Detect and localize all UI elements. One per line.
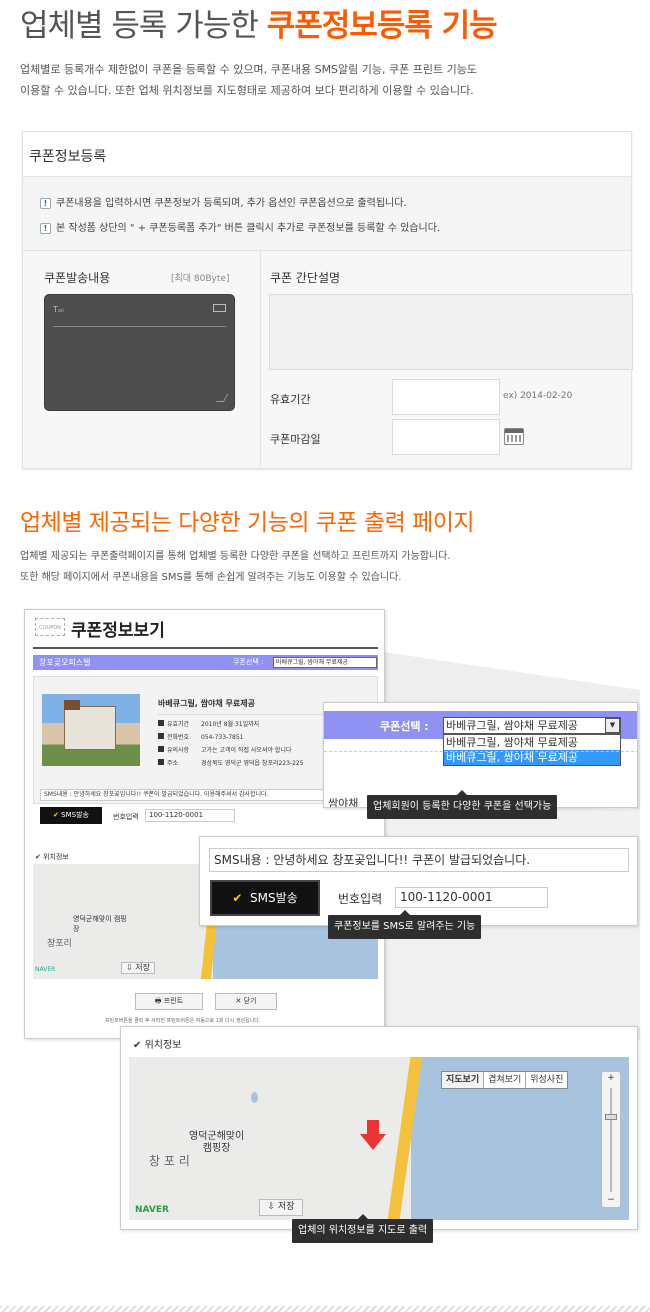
zoom-sms-send-button[interactable]: ✔ SMS발송 xyxy=(210,880,320,916)
check-icon: ✔ xyxy=(232,891,243,905)
store-photo xyxy=(42,694,140,766)
valid-example: ex) 2014-02-20 xyxy=(503,391,573,401)
zoom-select-dropdown: 바베큐그릴, 쌈야채 무료제공 바베큐그릴, 쌈야채 무료제공 xyxy=(443,734,621,766)
tab-map[interactable]: 지도보기 xyxy=(442,1072,485,1088)
info-row: 유의사항 고가는 고객이 직접 사오셔야 합니다 xyxy=(158,745,304,758)
notice-line-2: ! 본 작성폼 상단의 " + 쿠폰등록폼 추가" 버튼 클릭시 추가로 쿠폰정보… xyxy=(40,219,440,234)
section2-desc-2: 또한 해당 페이지에서 쿠폰내용을 SMS를 통해 손쉽게 알려주는 기능도 이… xyxy=(20,572,402,583)
zoom-slider[interactable]: + − xyxy=(601,1071,621,1208)
section2-title: 업체별 제공되는 다양한 기능의 쿠폰 출력 페이지 xyxy=(20,510,475,536)
zoom-phone-input[interactable]: 100-1120-0001 xyxy=(395,887,548,908)
deadline-input[interactable] xyxy=(392,419,500,455)
valid-period-label: 유효기간 xyxy=(270,393,311,406)
zoom-save-button[interactable]: ⇩ 저장 xyxy=(259,1199,303,1216)
map-village-small: 창포리 xyxy=(47,939,72,949)
intro-desc-1: 업체별로 등록개수 제한없이 쿠폰을 등록할 수 있으며, 쿠폰내용 SMS알림… xyxy=(20,63,477,76)
coupon-item-title: 바베큐그릴, 쌈야채 무료제공 xyxy=(158,699,255,708)
bottom-divider xyxy=(0,1306,650,1312)
print-note: 프린트버튼을 클릭 후 사라진 프린트버튼은 자동으로 1회 다시 생성됩니다. xyxy=(105,1018,261,1024)
send-content-label: 쿠폰발송내용 xyxy=(44,271,111,285)
location-label-small: ✔ 위치정보 xyxy=(35,853,69,861)
map-marker-icon[interactable] xyxy=(360,1120,386,1156)
valid-period-input[interactable] xyxy=(392,379,500,415)
info-row: 전화번호 054-733-7851 xyxy=(158,732,304,745)
zoom-sms-content: SMS내용 : 안녕하세요 창포곶입니다!! 쿠폰이 발급되었습니다. xyxy=(209,848,629,872)
phone-label-small: 번호입력 xyxy=(113,813,139,821)
dropdown-option[interactable]: 바베큐그릴, 쌈야채 무료제공 xyxy=(444,735,620,750)
behind-text: 쌈야채 xyxy=(328,797,359,808)
signal-icon: Tₐₗₗ xyxy=(53,305,64,314)
download-icon: ⇩ xyxy=(267,1202,276,1212)
coupon-select[interactable]: 바베큐그릴, 쌈야채 무료제공 xyxy=(273,657,377,668)
phone-input-small[interactable]: 100-1120-0001 xyxy=(145,809,235,822)
sms-send-button-small[interactable]: ✔ SMS발송 xyxy=(40,807,102,824)
zoom-map-place: 영덕군해맞이 캠핑장 xyxy=(189,1131,245,1154)
map-place-small: 영덕군해맞이 캠핑장 xyxy=(73,915,127,933)
page-title: 업체별 등록 가능한 쿠폰정보등록 기능 xyxy=(20,8,498,44)
sms-content-textarea[interactable]: Tₐₗₗ xyxy=(44,294,235,411)
coupon-info-rows: 유효기간 2010년 8월 31일까지 전화번호 054-733-7851 유의사항… xyxy=(158,719,304,771)
zoom-out-icon: − xyxy=(607,1195,615,1205)
zoom-select-label: 쿠폰선택 : xyxy=(380,720,429,733)
coupon-register-panel: 쿠폰정보등록 ! 쿠폰내용을 입력하시면 쿠폰정보가 등록되며, 추가 옵션인 쿠… xyxy=(22,131,633,469)
intro-desc-2: 이용할 수 있습니다. 또한 업체 위치정보를 지도형태로 제공하여 보다 편리… xyxy=(20,84,474,97)
zoom-handle[interactable] xyxy=(605,1114,617,1120)
form-area: 쿠폰발송내용 [최대 80Byte] Tₐₗₗ 쿠폰 간단설명 유효기간 ex)… xyxy=(23,250,633,469)
map-type-tabs: 지도보기 겹쳐보기 위성사진 xyxy=(441,1071,569,1089)
tooltip-select: 업체회원이 등록한 다양한 쿠폰을 선택가능 xyxy=(367,790,558,819)
zoom-phone-label: 번호입력 xyxy=(338,892,383,906)
byte-limit-label: [최대 80Byte] xyxy=(171,274,230,284)
info-icon: ! xyxy=(40,222,51,234)
tooltip-sms: 쿠폰정보를 SMS로 알려주는 기능 xyxy=(328,910,482,939)
zoom-select-panel: 쿠폰선택 : 바베큐그릴, 쌈야채 무료제공 ▼ 바베큐그릴, 쌈야채 무료제공… xyxy=(323,702,638,808)
battery-icon xyxy=(213,304,226,312)
dropdown-option-selected[interactable]: 바베큐그릴, 쌈야채 무료제공 xyxy=(444,750,620,765)
store-bar: 창포곶오피스텔 쿠폰선택 : 바베큐그릴, 쌈야채 무료제공 xyxy=(33,655,378,670)
save-button-small[interactable]: ⇩ 저장 xyxy=(121,962,155,974)
zoom-map-panel: ✔ 위치정보 영덕군해맞이 캠핑장 창 포 리 NAVER ⇩ 저장 지도보기 겹… xyxy=(120,1026,638,1230)
coupon-desc-textarea[interactable] xyxy=(269,294,633,370)
zoom-in-icon: + xyxy=(607,1073,615,1083)
coupon-select-label: 쿠폰선택 : xyxy=(233,658,264,666)
tab-overlay[interactable]: 겹쳐보기 xyxy=(484,1072,527,1088)
store-name: 창포곶오피스텔 xyxy=(39,658,91,667)
print-button[interactable]: 🖶 프린트 xyxy=(135,993,203,1010)
zoom-location-map: 영덕군해맞이 캠핑장 창 포 리 NAVER ⇩ 저장 지도보기 겹쳐보기 위성사… xyxy=(129,1057,629,1220)
zoom-location-label: ✔ 위치정보 xyxy=(133,1040,182,1051)
info-row: 유효기간 2010년 8월 31일까지 xyxy=(158,719,304,732)
info-icon: ! xyxy=(40,197,51,209)
notice-line-1: ! 쿠폰내용을 입력하시면 쿠폰정보가 등록되며, 추가 옵션인 쿠폰옵션으로 출… xyxy=(40,194,407,209)
coupon-view-title: 쿠폰정보보기 xyxy=(71,621,165,641)
section2-desc-1: 업체별 제공되는 쿠폰출력페이지를 통해 업체별 등록한 다양한 쿠폰을 선택하… xyxy=(20,551,451,562)
map-brand-small: NAVER xyxy=(35,966,56,973)
coupon-desc-label: 쿠폰 간단설명 xyxy=(270,271,341,285)
panel-title: 쿠폰정보등록 xyxy=(29,149,107,165)
tooltip-map: 업체의 위치정보를 지도로 출력 xyxy=(292,1214,434,1243)
close-button[interactable]: ✕ 닫기 xyxy=(215,993,277,1010)
resize-handle-icon[interactable] xyxy=(215,394,229,402)
coupon-logo: COUPON xyxy=(35,618,65,636)
deadline-label: 쿠폰마감일 xyxy=(270,433,321,446)
zoom-coupon-select[interactable]: 바베큐그릴, 쌈야채 무료제공 xyxy=(443,717,621,734)
naver-logo: NAVER xyxy=(135,1205,169,1215)
tab-satellite[interactable]: 위성사진 xyxy=(526,1072,567,1088)
zoom-map-village: 창 포 리 xyxy=(149,1154,190,1168)
info-row: 주소 경상북도 영덕군 영덕읍 창포리223-225 xyxy=(158,758,304,771)
zoom-sms-panel: SMS내용 : 안녕하세요 창포곶입니다!! 쿠폰이 발급되었습니다. ✔ SM… xyxy=(199,836,638,926)
calendar-icon[interactable] xyxy=(504,428,524,445)
coupon-view-screenshot: COUPON 쿠폰정보보기 창포곶오피스텔 쿠폰선택 : 바베큐그릴, 쌈야채 … xyxy=(24,609,385,1039)
chevron-down-icon[interactable]: ▼ xyxy=(605,718,620,733)
